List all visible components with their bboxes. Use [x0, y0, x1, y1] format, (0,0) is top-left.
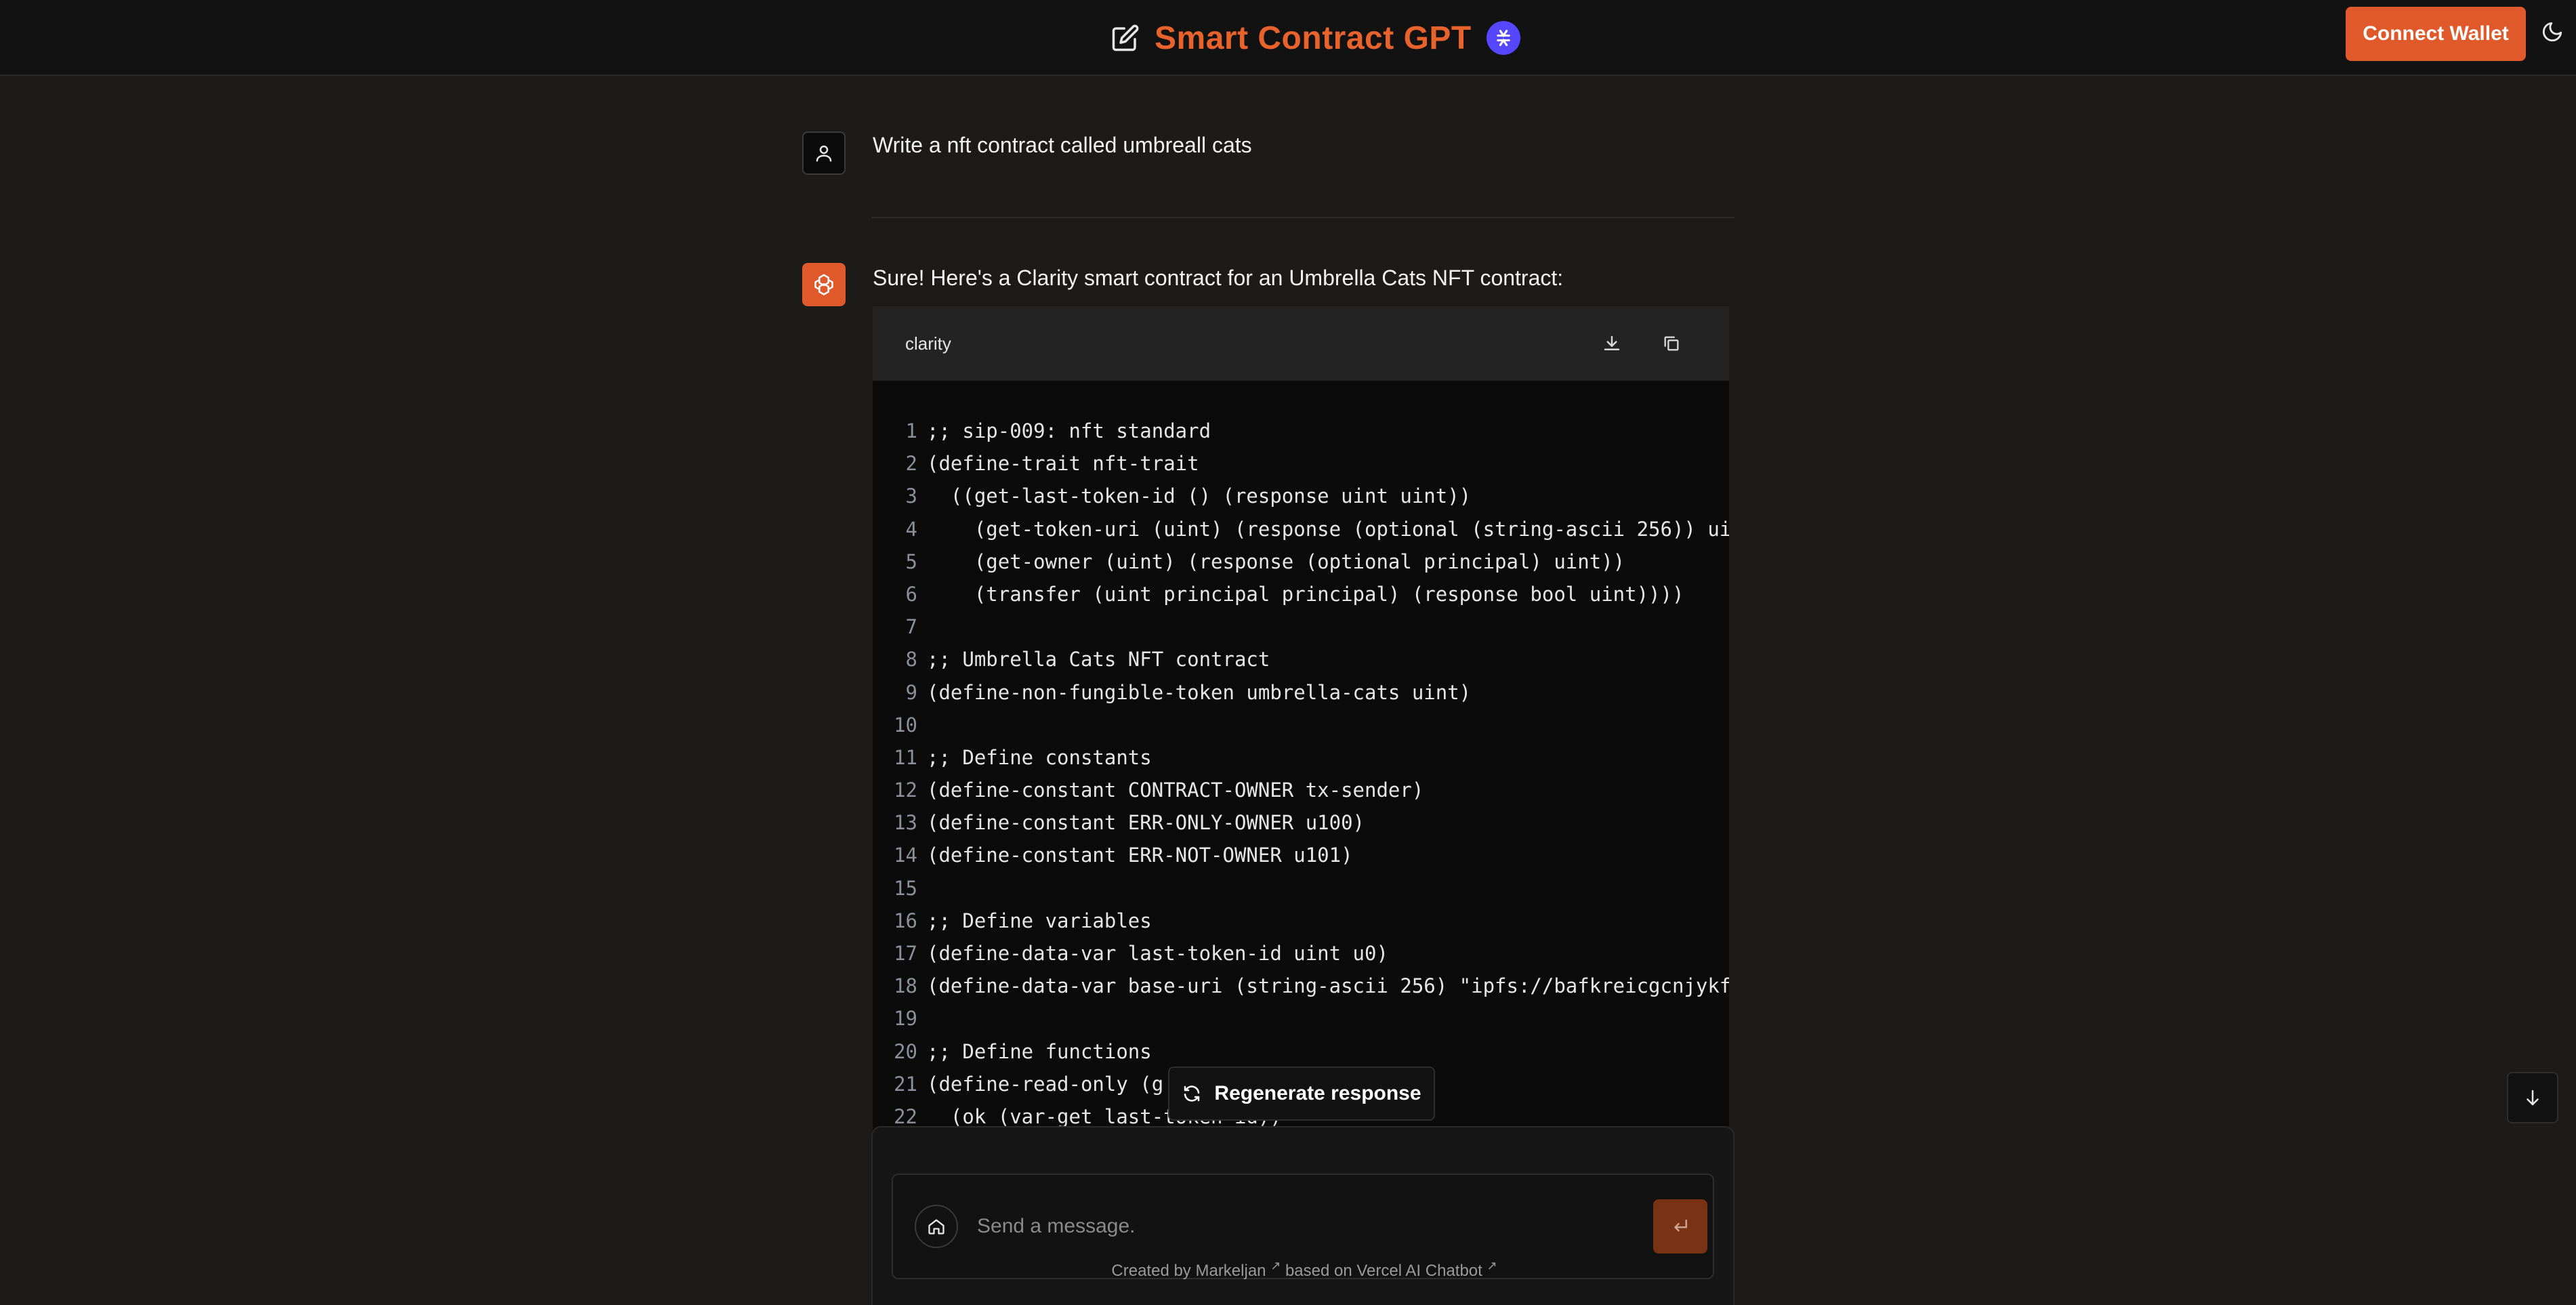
- code-line: 19: [873, 1002, 1729, 1035]
- code-text: (define-constant ERR-NOT-OWNER u101): [927, 844, 1353, 867]
- code-lines: 1 ;; sip-009: nft standard 2 (define-trait …: [873, 415, 1729, 1133]
- code-text: ;; Define functions: [927, 1039, 1152, 1063]
- user-message: Write a nft contract called umbreall cat…: [873, 133, 1252, 157]
- code-text: (define-constant ERR-ONLY-OWNER u100): [927, 811, 1365, 835]
- code-text: (transfer (uint principal principal) (re…: [927, 582, 1684, 606]
- code-line: 17 (define-data-var last-token-id uint u0…: [873, 937, 1729, 970]
- footer-credit: Created by Markeljan ↗ based on Vercel A…: [873, 1259, 1736, 1281]
- message-separator: [871, 217, 1734, 218]
- code-line: 4 (get-token-uri (uint) (response (optio…: [873, 513, 1729, 545]
- external-link-icon: ↗: [1487, 1259, 1497, 1272]
- top-header: Smart Contract GPT Connect Wallet: [0, 0, 2576, 76]
- code-line: 16 ;; Define variables: [873, 905, 1729, 937]
- line-number: 18: [894, 974, 917, 998]
- connect-wallet-button[interactable]: Connect Wallet: [2346, 7, 2526, 61]
- code-text: (define-data-var base-uri (string-ascii …: [927, 974, 1729, 998]
- moon-icon[interactable]: [2541, 20, 2565, 45]
- code-text: (define-trait nft-trait: [927, 452, 1199, 476]
- line-number: 11: [894, 745, 917, 769]
- code-text: (define-read-only (g: [927, 1072, 1164, 1096]
- external-link-icon: ↗: [1270, 1259, 1281, 1272]
- code-line: 1 ;; sip-009: nft standard: [873, 415, 1729, 447]
- line-number: 14: [894, 844, 917, 867]
- code-text: (define-constant CONTRACT-OWNER tx-sende…: [927, 779, 1424, 802]
- code-line: 5 (get-owner (uint) (response (optional …: [873, 545, 1729, 578]
- line-number: 4: [905, 517, 917, 541]
- code-line: 11 ;; Define constants: [873, 741, 1729, 774]
- code-text: ((get-last-token-id () (response uint ui…: [927, 484, 1472, 508]
- code-line: 2 (define-trait nft-trait: [873, 447, 1729, 480]
- code-language-label: clarity: [905, 333, 951, 354]
- code-text: ;; Define variables: [927, 909, 1152, 932]
- line-number: 5: [905, 550, 917, 573]
- line-number: 10: [894, 713, 917, 737]
- line-number: 21: [894, 1072, 917, 1096]
- stacks-icon: [1486, 21, 1520, 55]
- scroll-to-bottom-button[interactable]: [2507, 1072, 2558, 1123]
- code-line: 3 ((get-last-token-id () (response uint …: [873, 480, 1729, 512]
- code-block: clarity 1 ;; sip-009: nft standard 2 (defin…: [873, 306, 1729, 1133]
- code-line: 9 (define-non-fungible-token umbrella-cat…: [873, 676, 1729, 709]
- copy-icon[interactable]: [1655, 327, 1688, 360]
- code-line: 13 (define-constant ERR-ONLY-OWNER u100): [873, 806, 1729, 839]
- line-number: 19: [894, 1007, 917, 1031]
- code-line: 20 ;; Define functions: [873, 1035, 1729, 1068]
- code-line: 6 (transfer (uint principal principal) (…: [873, 578, 1729, 610]
- code-text: (get-token-uri (uint) (response (optiona…: [927, 517, 1729, 541]
- code-text: ;; sip-009: nft standard: [927, 419, 1211, 442]
- code-line: 10: [873, 709, 1729, 741]
- line-number: 12: [894, 779, 917, 802]
- download-icon[interactable]: [1595, 327, 1629, 360]
- openai-icon: [814, 274, 833, 295]
- code-line: 8 ;; Umbrella Cats NFT contract: [873, 643, 1729, 676]
- prompt-panel: Created by Markeljan ↗ based on Vercel A…: [871, 1126, 1734, 1305]
- code-line: 12 (define-constant CONTRACT-OWNER tx-sen…: [873, 774, 1729, 806]
- refresh-icon: [1184, 1085, 1200, 1102]
- line-number: 8: [905, 648, 917, 671]
- brand: Smart Contract GPT: [1111, 14, 1520, 62]
- line-number: 15: [894, 876, 917, 900]
- line-number: 9: [905, 680, 917, 704]
- user-icon: [816, 145, 832, 162]
- created-by-link[interactable]: Created by Markeljan ↗: [1111, 1259, 1281, 1280]
- line-number: 20: [894, 1039, 917, 1063]
- line-number: 1: [905, 419, 917, 442]
- regenerate-label: Regenerate response: [1214, 1082, 1421, 1104]
- line-number: 3: [905, 484, 917, 508]
- assistant-message: Sure! Here's a Clarity smart contract fo…: [873, 266, 1564, 290]
- new-chat-button[interactable]: [915, 1205, 958, 1248]
- code-text: ;; Define constants: [927, 745, 1152, 769]
- line-number: 16: [894, 909, 917, 932]
- line-number: 17: [894, 942, 917, 965]
- code-line: 18 (define-data-var base-uri (string-asci…: [873, 970, 1729, 1002]
- code-text: (define-data-var last-token-id uint u0): [927, 942, 1388, 965]
- send-button[interactable]: [1653, 1199, 1707, 1254]
- line-number: 13: [894, 811, 917, 835]
- code-line: 15: [873, 872, 1729, 905]
- code-text: (get-owner (uint) (response (optional pr…: [927, 550, 1625, 573]
- line-number: 2: [905, 452, 917, 476]
- code-line: 14 (define-constant ERR-NOT-OWNER u101): [873, 839, 1729, 871]
- code-header: clarity: [873, 306, 1729, 381]
- based-on-link[interactable]: based on Vercel AI Chatbot ↗: [1285, 1259, 1497, 1280]
- enter-icon: [1674, 1220, 1687, 1232]
- line-number: 7: [905, 615, 917, 639]
- pen-square-icon[interactable]: [1111, 24, 1140, 52]
- line-number: 6: [905, 582, 917, 606]
- code-text: (define-non-fungible-token umbrella-cats…: [927, 680, 1472, 704]
- assistant-avatar: [802, 263, 846, 306]
- code-text: ;; Umbrella Cats NFT contract: [927, 648, 1270, 671]
- app-title: Smart Contract GPT: [1155, 20, 1472, 56]
- home-icon: [928, 1219, 944, 1235]
- message-input[interactable]: [977, 1202, 1587, 1251]
- user-avatar: [802, 131, 846, 175]
- code-line: 7: [873, 610, 1729, 643]
- arrow-down-icon: [2527, 1090, 2539, 1106]
- regenerate-response-button[interactable]: Regenerate response: [1168, 1066, 1435, 1121]
